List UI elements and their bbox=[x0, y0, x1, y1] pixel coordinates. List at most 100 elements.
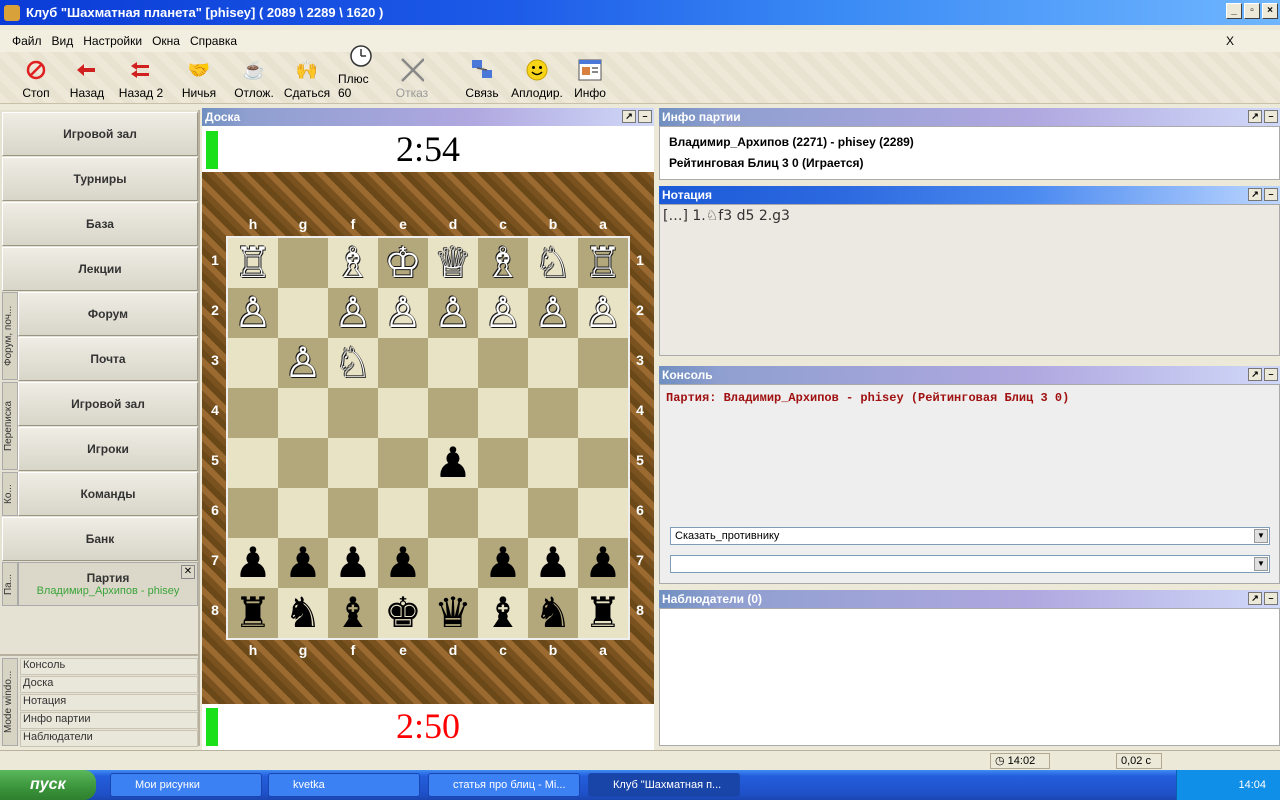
board-square-c8[interactable]: ♝ bbox=[478, 588, 528, 638]
chess-piece[interactable]: ♟ bbox=[434, 442, 472, 484]
chess-piece[interactable]: ♙ bbox=[234, 292, 272, 334]
chess-piece[interactable]: ♙ bbox=[334, 292, 372, 334]
refuse-button[interactable]: Отказ bbox=[392, 52, 432, 100]
chess-piece[interactable]: ♖ bbox=[234, 242, 272, 284]
nav-teams[interactable]: Команды bbox=[18, 472, 198, 516]
mode-item-console[interactable]: Консоль bbox=[20, 658, 198, 675]
board-square-g5[interactable] bbox=[278, 438, 328, 488]
menu-close-button[interactable]: X bbox=[1226, 34, 1234, 48]
board-square-a8[interactable]: ♜ bbox=[578, 588, 628, 638]
board-square-e8[interactable]: ♚ bbox=[378, 588, 428, 638]
game-info-undock-button[interactable]: ↗ bbox=[1248, 110, 1262, 123]
board-square-g3[interactable]: ♙ bbox=[278, 338, 328, 388]
board-square-e6[interactable] bbox=[378, 488, 428, 538]
board-square-d3[interactable] bbox=[428, 338, 478, 388]
back2-button[interactable]: Назад 2 bbox=[116, 52, 166, 100]
board-square-e5[interactable] bbox=[378, 438, 428, 488]
party-close-icon[interactable]: ✕ bbox=[181, 565, 195, 579]
board-square-f3[interactable]: ♘ bbox=[328, 338, 378, 388]
board-square-b1[interactable]: ♘ bbox=[528, 238, 578, 288]
vtab-forum-mail[interactable]: Форум, поч... bbox=[2, 292, 18, 380]
board-square-g6[interactable] bbox=[278, 488, 328, 538]
chess-piece[interactable]: ♟ bbox=[534, 542, 572, 584]
board-square-d2[interactable]: ♙ bbox=[428, 288, 478, 338]
chess-piece[interactable]: ♟ bbox=[384, 542, 422, 584]
board-square-b2[interactable]: ♙ bbox=[528, 288, 578, 338]
task-article[interactable]: статья про блиц - Mi... bbox=[428, 773, 580, 797]
chess-piece[interactable]: ♛ bbox=[434, 592, 472, 634]
board-square-g7[interactable]: ♟ bbox=[278, 538, 328, 588]
chess-piece[interactable]: ♜ bbox=[234, 592, 272, 634]
chess-piece[interactable]: ♟ bbox=[234, 542, 272, 584]
chess-piece[interactable]: ♝ bbox=[334, 592, 372, 634]
menu-help[interactable]: Справка bbox=[190, 34, 237, 48]
board-square-f8[interactable]: ♝ bbox=[328, 588, 378, 638]
board-square-g2[interactable] bbox=[278, 288, 328, 338]
postpone-button[interactable]: ☕ Отлож. bbox=[232, 52, 276, 101]
chess-piece[interactable]: ♔ bbox=[384, 242, 422, 284]
board-square-d7[interactable] bbox=[428, 538, 478, 588]
board-square-a1[interactable]: ♖ bbox=[578, 238, 628, 288]
board-square-a4[interactable] bbox=[578, 388, 628, 438]
nav-mail[interactable]: Почта bbox=[18, 337, 198, 381]
chess-piece[interactable]: ♘ bbox=[534, 242, 572, 284]
nav-current-party[interactable]: Партия Владимир_Архипов - phisey ✕ bbox=[18, 562, 198, 606]
board-square-b6[interactable] bbox=[528, 488, 578, 538]
board-square-b7[interactable]: ♟ bbox=[528, 538, 578, 588]
chess-piece[interactable]: ♙ bbox=[384, 292, 422, 334]
console-undock-button[interactable]: ↗ bbox=[1248, 368, 1262, 381]
nav-game-hall[interactable]: Игровой зал bbox=[2, 112, 198, 156]
chess-board[interactable]: ♖ ♗ ♔ ♕ ♗ ♘ ♖ ♙ ♙ ♙ ♙ ♙ ♙ ♙ ♙ ♘ ♟ ♟ ♟ ♟ ♟ ♟ ♟ ♟ ♜ ♞ ♝ ♚ ♛ ♝ ♞ ♜ bbox=[226, 236, 630, 640]
chess-piece[interactable]: ♙ bbox=[584, 292, 622, 334]
start-button[interactable]: пуск bbox=[0, 770, 96, 800]
board-square-b3[interactable] bbox=[528, 338, 578, 388]
board-square-e4[interactable] bbox=[378, 388, 428, 438]
connection-button[interactable]: Связь bbox=[460, 52, 504, 100]
notation-moves[interactable]: […] 1.♘f3 d5 2.g3 bbox=[660, 205, 1279, 227]
board-square-e3[interactable] bbox=[378, 338, 428, 388]
board-square-f1[interactable]: ♗ bbox=[328, 238, 378, 288]
board-square-c1[interactable]: ♗ bbox=[478, 238, 528, 288]
maximize-button[interactable]: ▫ bbox=[1244, 3, 1260, 19]
mode-item-board[interactable]: Доска bbox=[20, 676, 198, 693]
board-square-a2[interactable]: ♙ bbox=[578, 288, 628, 338]
chess-piece[interactable]: ♘ bbox=[334, 342, 372, 384]
info-button[interactable]: Инфо bbox=[570, 52, 610, 100]
board-square-h8[interactable]: ♜ bbox=[228, 588, 278, 638]
chess-piece[interactable]: ♚ bbox=[384, 592, 422, 634]
stop-button[interactable]: Стоп bbox=[14, 52, 58, 100]
observers-minimize-button[interactable]: – bbox=[1264, 592, 1278, 605]
vtab-party[interactable]: Па... bbox=[2, 562, 18, 606]
chess-piece[interactable]: ♞ bbox=[534, 592, 572, 634]
board-square-b5[interactable] bbox=[528, 438, 578, 488]
board-square-f7[interactable]: ♟ bbox=[328, 538, 378, 588]
nav-forum[interactable]: Форум bbox=[18, 292, 198, 336]
observers-undock-button[interactable]: ↗ bbox=[1248, 592, 1262, 605]
close-button[interactable]: × bbox=[1262, 3, 1278, 19]
task-my-pictures[interactable]: Мои рисунки bbox=[110, 773, 262, 797]
board-square-d6[interactable] bbox=[428, 488, 478, 538]
chat-input[interactable]: ▼ bbox=[670, 555, 1270, 573]
minimize-button[interactable]: _ bbox=[1226, 3, 1242, 19]
vtab-correspondence[interactable]: Переписка bbox=[2, 382, 18, 470]
task-chess-club[interactable]: Клуб "Шахматная п... bbox=[588, 773, 740, 797]
board-square-h1[interactable]: ♖ bbox=[228, 238, 278, 288]
menu-view[interactable]: Вид bbox=[52, 34, 74, 48]
board-square-c7[interactable]: ♟ bbox=[478, 538, 528, 588]
board-square-b8[interactable]: ♞ bbox=[528, 588, 578, 638]
board-square-g8[interactable]: ♞ bbox=[278, 588, 328, 638]
board-square-h7[interactable]: ♟ bbox=[228, 538, 278, 588]
chess-piece[interactable]: ♙ bbox=[284, 342, 322, 384]
menu-windows[interactable]: Окна bbox=[152, 34, 180, 48]
chess-piece[interactable]: ♟ bbox=[284, 542, 322, 584]
task-kvetka[interactable]: kvetka bbox=[268, 773, 420, 797]
board-square-h5[interactable] bbox=[228, 438, 278, 488]
board-square-f5[interactable] bbox=[328, 438, 378, 488]
board-square-h3[interactable] bbox=[228, 338, 278, 388]
nav-players[interactable]: Игроки bbox=[18, 427, 198, 471]
notation-undock-button[interactable]: ↗ bbox=[1248, 188, 1262, 201]
chess-piece[interactable]: ♙ bbox=[534, 292, 572, 334]
back-button[interactable]: Назад bbox=[66, 52, 108, 100]
board-square-g1[interactable] bbox=[278, 238, 328, 288]
board-square-c2[interactable]: ♙ bbox=[478, 288, 528, 338]
